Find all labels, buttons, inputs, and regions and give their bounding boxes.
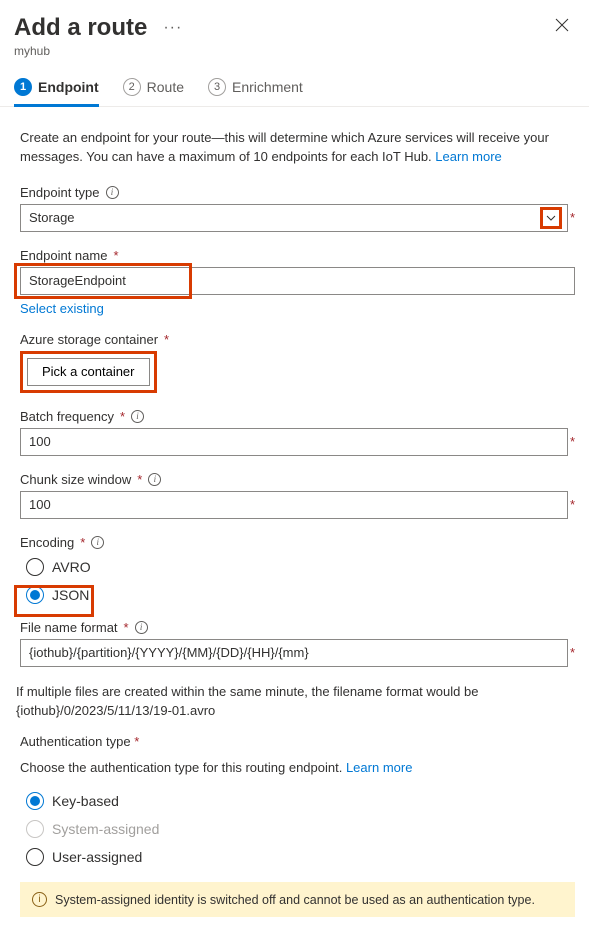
required-marker: * bbox=[570, 645, 575, 660]
step-route[interactable]: 2 Route bbox=[123, 78, 184, 106]
radio-label: Key-based bbox=[52, 793, 119, 809]
auth-option-system-assigned: System-assigned bbox=[26, 820, 575, 838]
select-existing-link[interactable]: Select existing bbox=[20, 301, 104, 316]
required-marker: * bbox=[164, 332, 169, 347]
step-number: 1 bbox=[14, 78, 32, 96]
encoding-option-json[interactable]: JSON bbox=[26, 586, 575, 604]
alert-text: System-assigned identity is switched off… bbox=[55, 893, 535, 907]
close-button[interactable] bbox=[555, 18, 569, 37]
batch-frequency-label: Batch frequency bbox=[20, 409, 114, 424]
intro-text: Create an endpoint for your route—this w… bbox=[20, 129, 575, 167]
required-marker: * bbox=[120, 409, 125, 424]
info-icon[interactable]: i bbox=[106, 186, 119, 199]
learn-more-link[interactable]: Learn more bbox=[435, 149, 501, 164]
pick-container-button[interactable]: Pick a container bbox=[27, 358, 150, 386]
step-number: 3 bbox=[208, 78, 226, 96]
info-icon: i bbox=[32, 892, 47, 907]
info-icon[interactable]: i bbox=[148, 473, 161, 486]
step-label: Enrichment bbox=[232, 79, 303, 95]
info-icon[interactable]: i bbox=[91, 536, 104, 549]
auth-option-key-based[interactable]: Key-based bbox=[26, 792, 575, 810]
required-marker: * bbox=[80, 535, 85, 550]
step-endpoint[interactable]: 1 Endpoint bbox=[14, 78, 99, 106]
required-marker: * bbox=[124, 620, 129, 635]
encoding-label: Encoding bbox=[20, 535, 74, 550]
endpoint-type-select[interactable]: Storage bbox=[20, 204, 568, 232]
auth-type-label: Authentication type bbox=[20, 734, 131, 749]
radio-icon bbox=[26, 820, 44, 838]
required-marker: * bbox=[570, 210, 575, 225]
radio-label: System-assigned bbox=[52, 821, 159, 837]
more-button[interactable]: ··· bbox=[159, 19, 186, 37]
radio-icon bbox=[26, 848, 44, 866]
radio-label: JSON bbox=[52, 587, 89, 603]
step-number: 2 bbox=[123, 78, 141, 96]
hub-name: myhub bbox=[14, 44, 569, 58]
required-marker: * bbox=[137, 472, 142, 487]
encoding-option-avro[interactable]: AVRO bbox=[26, 558, 575, 576]
step-enrichment[interactable]: 3 Enrichment bbox=[208, 78, 303, 106]
close-icon bbox=[555, 18, 569, 32]
alert-banner: i System-assigned identity is switched o… bbox=[20, 882, 575, 917]
file-format-helper: If multiple files are created within the… bbox=[16, 683, 575, 721]
file-format-label: File name format bbox=[20, 620, 118, 635]
radio-icon bbox=[26, 586, 44, 604]
radio-label: User-assigned bbox=[52, 849, 142, 865]
endpoint-name-label: Endpoint name bbox=[20, 248, 107, 263]
container-label: Azure storage container bbox=[20, 332, 158, 347]
radio-icon bbox=[26, 792, 44, 810]
file-format-input[interactable] bbox=[20, 639, 568, 667]
radio-icon bbox=[26, 558, 44, 576]
step-label: Route bbox=[147, 79, 184, 95]
required-marker: * bbox=[570, 497, 575, 512]
learn-more-link[interactable]: Learn more bbox=[346, 760, 412, 775]
chunk-size-label: Chunk size window bbox=[20, 472, 131, 487]
highlight-box: Pick a container bbox=[20, 351, 157, 393]
radio-label: AVRO bbox=[52, 559, 91, 575]
required-marker: * bbox=[134, 734, 139, 749]
required-marker: * bbox=[570, 434, 575, 449]
chunk-size-input[interactable] bbox=[20, 491, 568, 519]
endpoint-type-label: Endpoint type bbox=[20, 185, 100, 200]
info-icon[interactable]: i bbox=[131, 410, 144, 423]
stepper: 1 Endpoint 2 Route 3 Enrichment bbox=[0, 64, 589, 107]
page-title: Add a route bbox=[14, 14, 147, 42]
required-marker: * bbox=[113, 248, 118, 263]
step-label: Endpoint bbox=[38, 79, 99, 95]
endpoint-name-input[interactable] bbox=[20, 267, 575, 295]
auth-option-user-assigned[interactable]: User-assigned bbox=[26, 848, 575, 866]
batch-frequency-input[interactable] bbox=[20, 428, 568, 456]
auth-desc: Choose the authentication type for this … bbox=[20, 759, 575, 778]
info-icon[interactable]: i bbox=[135, 621, 148, 634]
